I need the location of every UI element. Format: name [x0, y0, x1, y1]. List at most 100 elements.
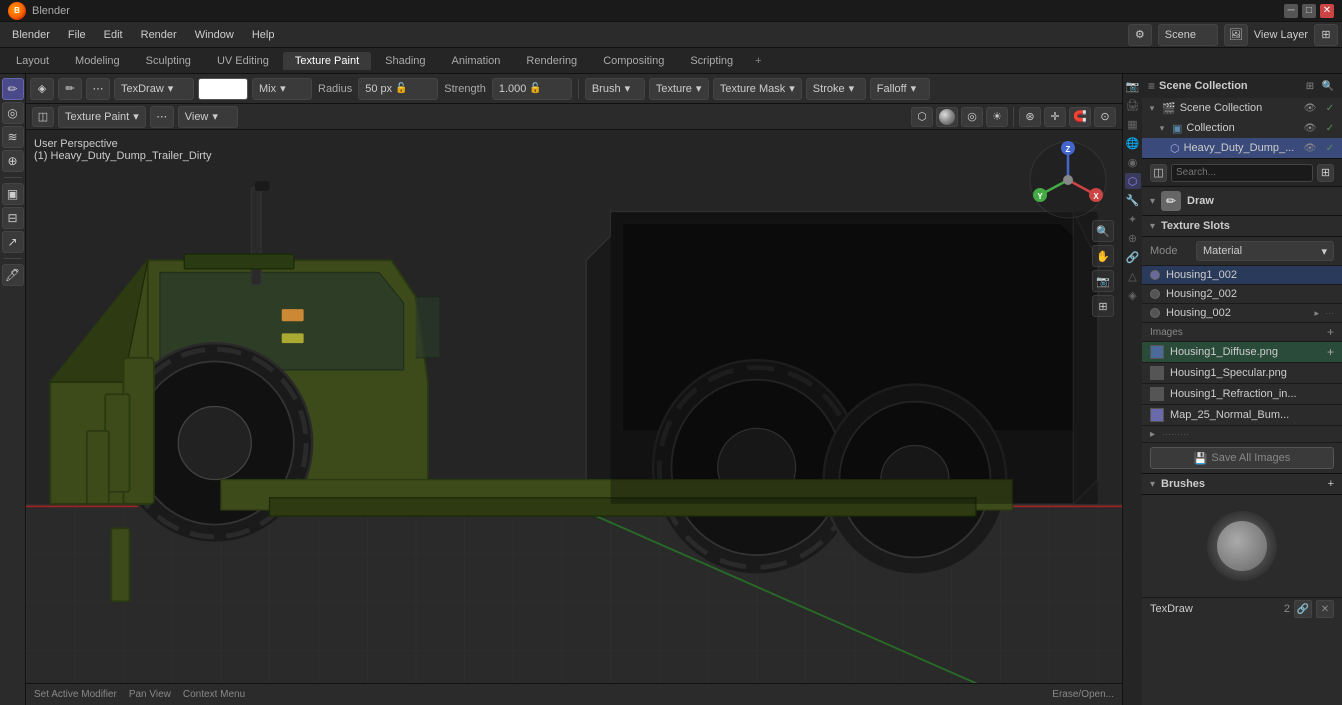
close-button[interactable]: ✕	[1320, 4, 1334, 18]
images-expand-row[interactable]: ▸ ⋯⋯⋯	[1142, 426, 1342, 443]
solid-shading-btn[interactable]	[936, 107, 958, 127]
scene-selector[interactable]: Scene	[1158, 24, 1218, 46]
slot-item-3[interactable]: Housing_002 ▸ ⋯	[1142, 304, 1342, 323]
texture-mask-dropdown[interactable]: Texture Mask ▾	[713, 78, 802, 100]
viewport-mode-icon[interactable]: ◫	[32, 107, 54, 127]
material-props-icon[interactable]: ◈	[1125, 287, 1141, 303]
brushes-add-icon[interactable]: +	[1328, 478, 1334, 490]
smear-tool-button[interactable]: ≋	[2, 126, 24, 148]
mode-dropdown[interactable]: Material ▾	[1196, 241, 1334, 261]
image-item-1[interactable]: Housing1_Diffuse.png +	[1142, 342, 1342, 363]
proportional-edit[interactable]: ⊙	[1094, 107, 1116, 127]
minimize-button[interactable]: ─	[1284, 4, 1298, 18]
props-search-bar[interactable]	[1171, 164, 1313, 182]
outliner-search-icon[interactable]: 🔍	[1320, 78, 1336, 94]
save-all-images-button[interactable]: 💾 Save All Images	[1150, 447, 1334, 469]
add-image-button[interactable]: +	[1327, 325, 1334, 339]
outliner-filter-icon[interactable]: ⊞	[1302, 78, 1318, 94]
mask-tool-button[interactable]: ⊟	[2, 207, 24, 229]
select-tool-button[interactable]: ↗	[2, 231, 24, 253]
brushes-section-header[interactable]: ▾ Brushes +	[1142, 474, 1342, 495]
output-props-icon[interactable]: 🖨	[1125, 97, 1141, 113]
blend-mode-dropdown[interactable]: Mix ▾	[252, 78, 312, 100]
menu-edit[interactable]: Edit	[96, 27, 131, 43]
camera-button[interactable]: 📷	[1092, 270, 1114, 292]
object-check-icon[interactable]: ✓	[1322, 140, 1338, 156]
tab-sculpting[interactable]: Sculpting	[134, 52, 203, 70]
brush-close-button[interactable]: ✕	[1316, 600, 1334, 618]
brush-link-button[interactable]: 🔗	[1294, 600, 1312, 618]
object-row-1[interactable]: ⬡ Heavy_Duty_Dump_... 👁 ✓	[1142, 138, 1342, 158]
add-workspace-button[interactable]: +	[747, 52, 769, 70]
brush-dropdown[interactable]: Brush ▾	[585, 78, 645, 100]
paint-mode-expand[interactable]: ⋯	[150, 106, 174, 128]
draw-section-header[interactable]: ▾ ✏ Draw	[1142, 187, 1342, 216]
rendered-shading-btn[interactable]: ☀	[986, 107, 1008, 127]
scene-props-icon[interactable]: 🌐	[1125, 135, 1141, 151]
material-shading-btn[interactable]: ◎	[961, 107, 983, 127]
view-dropdown[interactable]: View ▾	[178, 106, 238, 128]
workspace-icon[interactable]: ⚙	[1128, 24, 1152, 46]
image-add-1[interactable]: +	[1327, 345, 1334, 359]
gizmo-toggle[interactable]: ✛	[1044, 107, 1066, 127]
view-layer-options[interactable]: ⊞	[1314, 24, 1338, 46]
tab-scripting[interactable]: Scripting	[678, 52, 745, 70]
image-item-3[interactable]: Housing1_Refraction_in...	[1142, 384, 1342, 405]
slot-item-1[interactable]: Housing1_002	[1142, 266, 1342, 285]
image-item-4[interactable]: Map_25_Normal_Bum...	[1142, 405, 1342, 426]
props-filter-icon[interactable]: ⊞	[1317, 164, 1334, 182]
menu-render[interactable]: Render	[133, 27, 185, 43]
annotate-tool-button[interactable]: 🖊	[2, 264, 24, 286]
tab-uv-editing[interactable]: UV Editing	[205, 52, 281, 70]
zoom-in-button[interactable]: 🔍	[1092, 220, 1114, 242]
texture-dropdown[interactable]: Texture ▾	[649, 78, 709, 100]
pan-button[interactable]: ✋	[1092, 245, 1114, 267]
modifier-props-icon[interactable]: 🔧	[1125, 192, 1141, 208]
viewport[interactable]: {Array.from({length: 8}).map((_, i) => '…	[26, 130, 1122, 683]
constraints-props-icon[interactable]: 🔗	[1125, 249, 1141, 265]
collection-row[interactable]: ▾ ▣ Collection 👁 ✓	[1142, 118, 1342, 138]
radius-field[interactable]: 50 px 🔓	[358, 78, 438, 100]
particles-props-icon[interactable]: ✦	[1125, 211, 1141, 227]
object-eye-icon[interactable]: 👁	[1302, 140, 1318, 156]
scene-eye-icon[interactable]: 👁	[1302, 100, 1318, 116]
mode-icon[interactable]: ◈	[30, 78, 54, 100]
physics-props-icon[interactable]: ⊕	[1125, 230, 1141, 246]
fill-tool-button[interactable]: ▣	[2, 183, 24, 205]
data-props-icon[interactable]: △	[1125, 268, 1141, 284]
image-item-2[interactable]: Housing1_Specular.png	[1142, 363, 1342, 384]
color-swatch[interactable]	[198, 78, 248, 100]
view-layer-props-icon[interactable]: ▦	[1125, 116, 1141, 132]
object-props-icon[interactable]: ⬡	[1125, 173, 1141, 189]
wireframe-shading-btn[interactable]: ⬡	[911, 107, 933, 127]
menu-blender[interactable]: Blender	[4, 27, 58, 43]
tab-layout[interactable]: Layout	[4, 52, 61, 70]
tab-animation[interactable]: Animation	[440, 52, 513, 70]
menu-file[interactable]: File	[60, 27, 94, 43]
grid-button[interactable]: ⊞	[1092, 295, 1114, 317]
clone-tool-button[interactable]: ⊕	[2, 150, 24, 172]
brush-icon-btn[interactable]: ✏	[58, 78, 82, 100]
menu-window[interactable]: Window	[187, 27, 242, 43]
world-props-icon[interactable]: ◉	[1125, 154, 1141, 170]
collection-eye-icon[interactable]: 👁	[1302, 120, 1318, 136]
maximize-button[interactable]: □	[1302, 4, 1316, 18]
options-icon[interactable]: ⋯	[86, 78, 110, 100]
scene-check-icon[interactable]: ✓	[1322, 100, 1338, 116]
props-mode-icon[interactable]: ◫	[1150, 164, 1167, 182]
overlay-toggle[interactable]: ⊛	[1019, 107, 1041, 127]
snap-toggle[interactable]: 🧲	[1069, 107, 1091, 127]
brush-mode-dropdown[interactable]: TexDraw ▾	[114, 78, 194, 100]
tab-modeling[interactable]: Modeling	[63, 52, 132, 70]
texture-slots-header[interactable]: ▾ Texture Slots	[1142, 216, 1342, 237]
falloff-dropdown[interactable]: Falloff ▾	[870, 78, 930, 100]
tab-shading[interactable]: Shading	[373, 52, 437, 70]
stroke-dropdown[interactable]: Stroke ▾	[806, 78, 866, 100]
tab-compositing[interactable]: Compositing	[591, 52, 676, 70]
tab-rendering[interactable]: Rendering	[514, 52, 589, 70]
view-layer-icon[interactable]: 🖼	[1224, 24, 1248, 46]
menu-help[interactable]: Help	[244, 27, 283, 43]
soften-tool-button[interactable]: ◎	[2, 102, 24, 124]
paint-mode-dropdown[interactable]: Texture Paint ▾	[58, 106, 146, 128]
collection-check-icon[interactable]: ✓	[1322, 120, 1338, 136]
